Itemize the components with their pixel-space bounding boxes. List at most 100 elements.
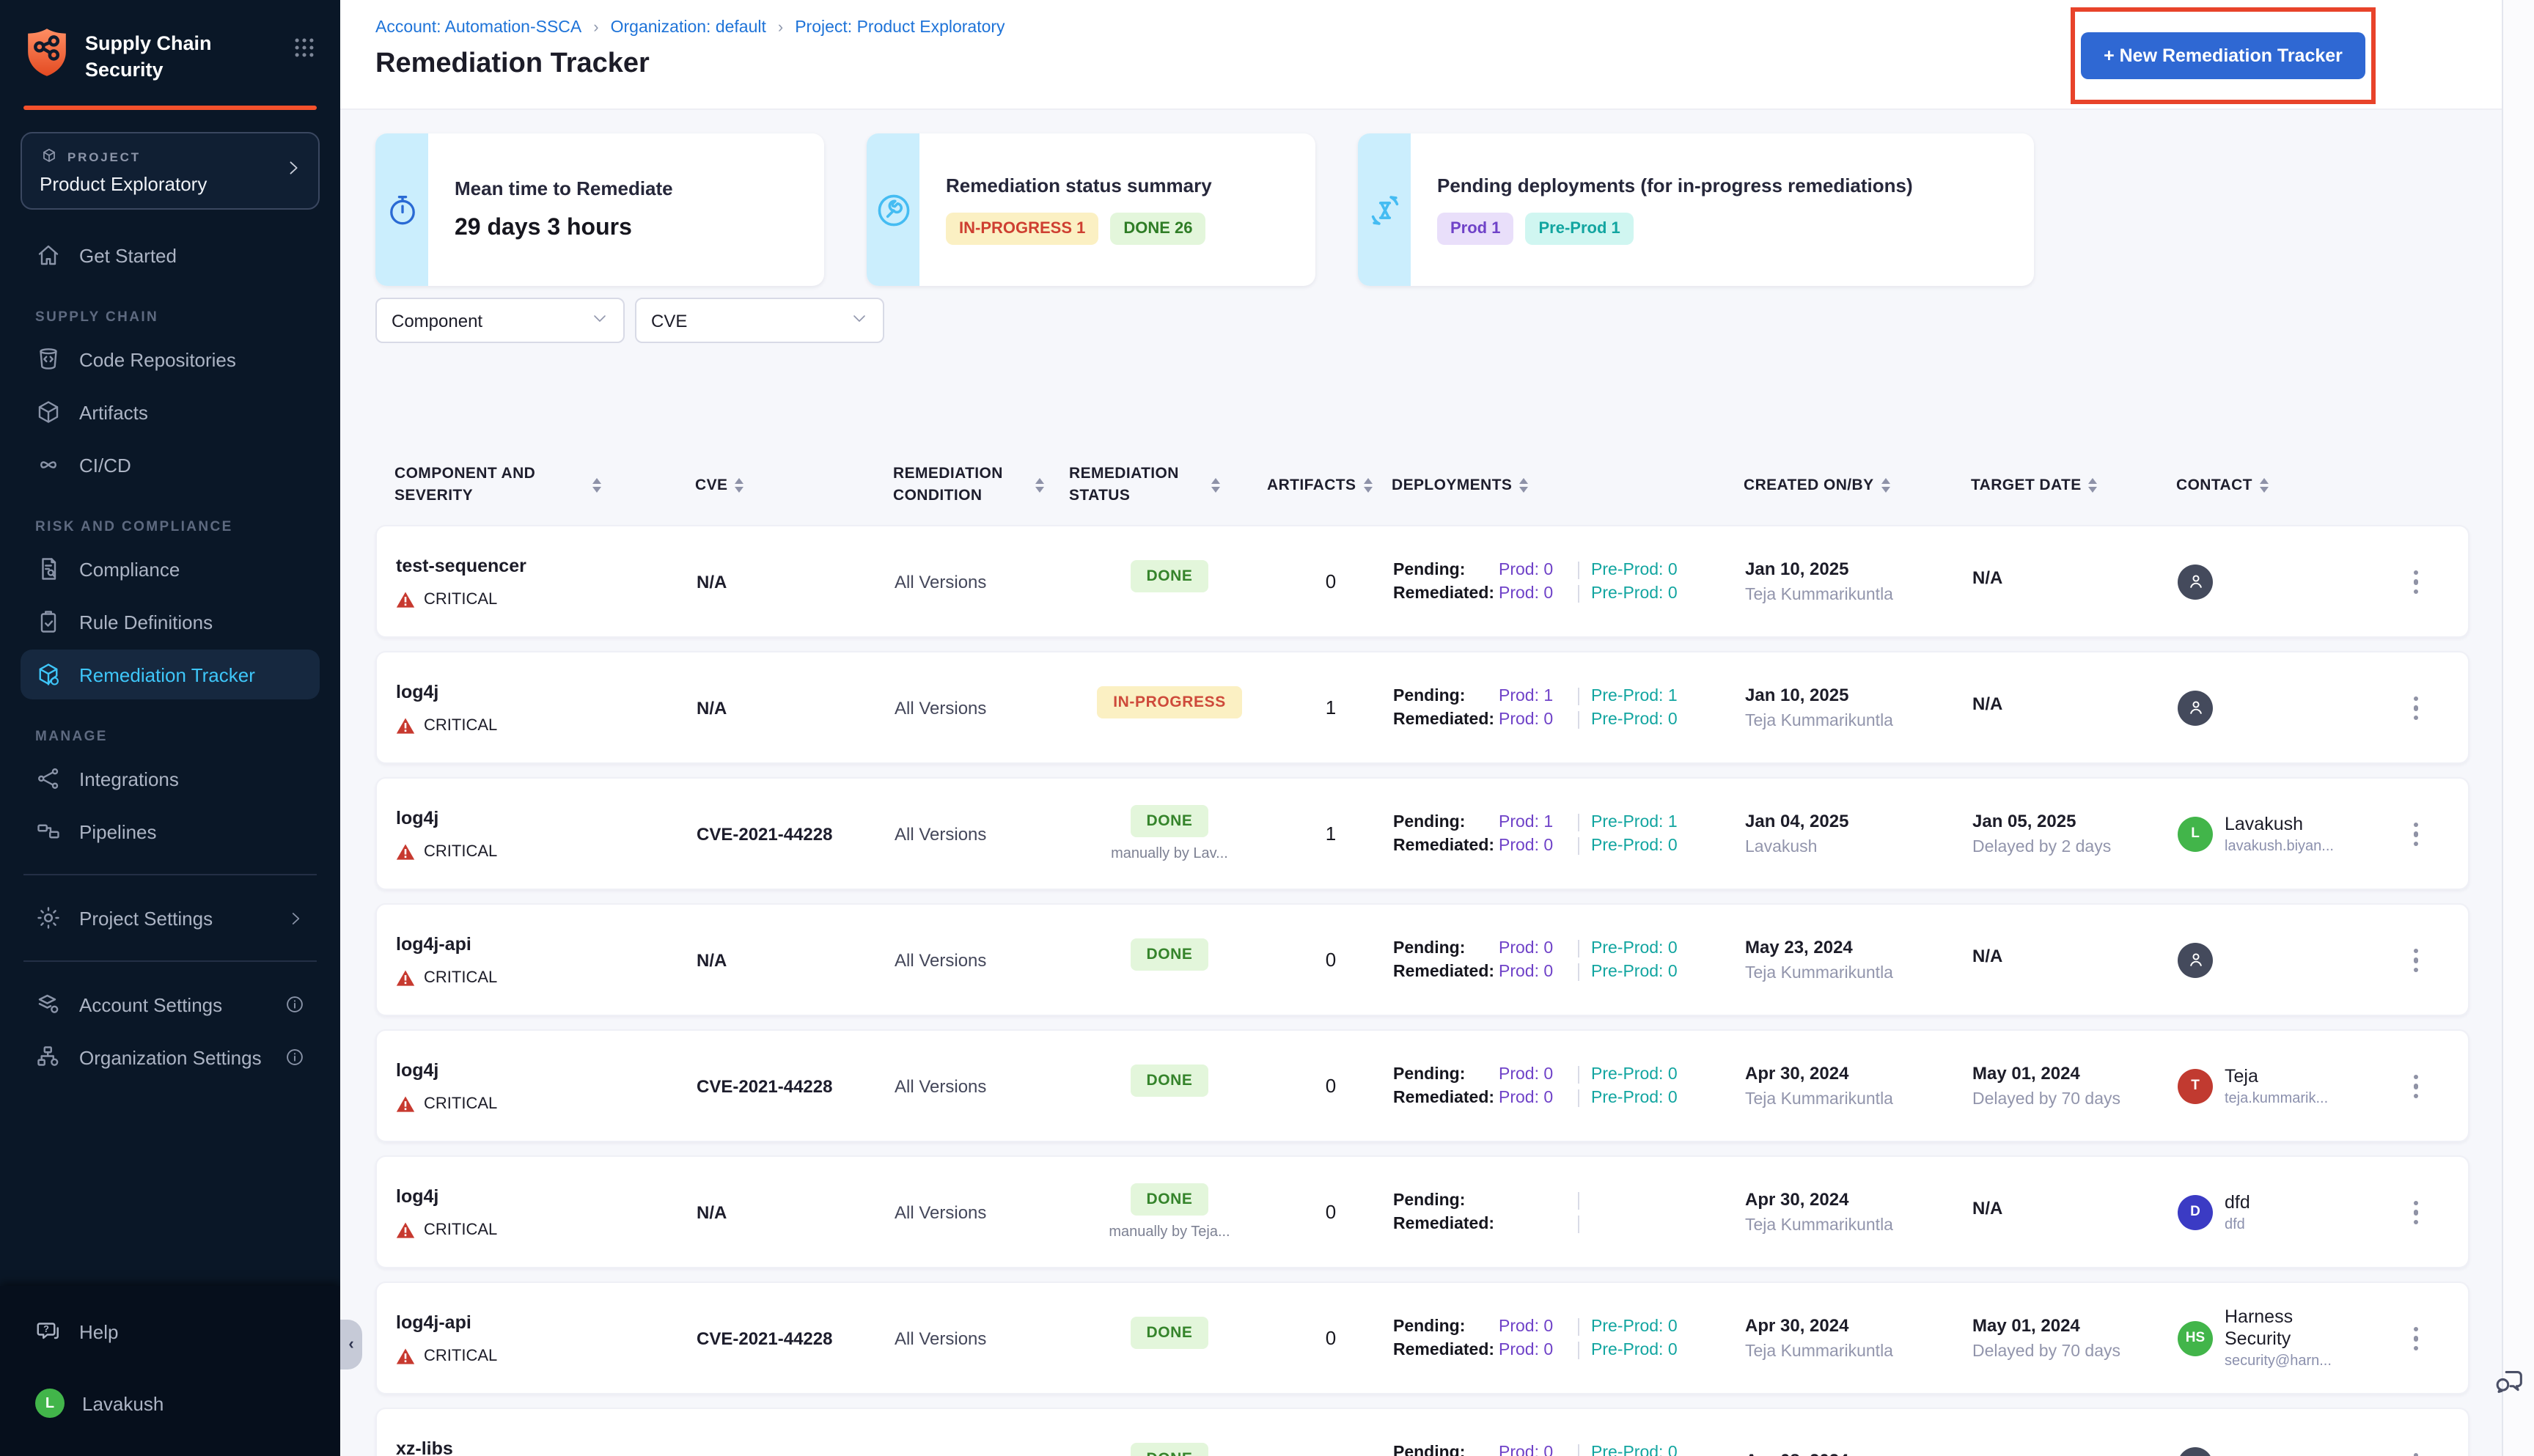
column-header-target-date[interactable]: TARGET DATE [1971,474,2176,496]
divider [1578,1192,1579,1210]
contact-cell: L Lavakush lavakush.biyan... [2178,814,2383,855]
sidebar-collapse-handle[interactable]: ‹ [340,1320,362,1369]
status-badge: DONE [1130,560,1209,593]
row-menu-button[interactable] [2383,561,2449,603]
row-menu-button[interactable] [2383,1444,2449,1456]
breadcrumb-organization[interactable]: Organization: default [611,19,766,37]
wrench-circle-icon [877,194,909,226]
contact-text: dfd dfd [2225,1192,2250,1233]
project-selector[interactable]: PROJECT Product Exploratory [21,132,320,210]
remediation-condition-cell: All Versions [895,823,987,845]
column-header-artifacts[interactable]: ARTIFACTS [1267,474,1392,496]
column-header-contact[interactable]: CONTACT [2176,474,2381,496]
breadcrumb-project[interactable]: Project: Product Exploratory [795,19,1005,37]
status-badge: IN-PROGRESS [1097,686,1242,719]
cube-icon [43,148,55,162]
column-header-deployments[interactable]: DEPLOYMENTS [1392,474,1744,496]
row-menu-button[interactable] [2383,813,2449,855]
artifacts-cell: 1 [1325,696,1337,719]
row-menu-button[interactable] [2383,1317,2449,1359]
table-row[interactable]: log4j CRITICAL CVE-2021-44228 All Versio… [375,777,2469,891]
breadcrumb-account[interactable]: Account: Automation-SSCA [375,19,581,37]
sidebar-item-organization-settings[interactable]: Organization Settings [21,1032,320,1082]
sidebar-item-label: Account Settings [79,993,223,1015]
divider [1578,1444,1579,1456]
table-row[interactable]: log4j CRITICAL N/A All Versions IN-PROGR… [375,651,2469,765]
sidebar-item-artifacts[interactable]: Artifacts [21,387,320,437]
cve-cell: N/A [697,571,727,592]
sidebar-item-account-settings[interactable]: Account Settings [21,979,320,1029]
table-row[interactable]: test-sequencer CRITICAL N/A All Versions… [375,525,2469,639]
new-remediation-tracker-button[interactable]: + New Remediation Tracker [2080,32,2366,79]
sidebar-item-label: CI/CD [79,454,131,476]
row-menu-button[interactable] [2383,1065,2449,1107]
table-row[interactable]: log4j CRITICAL CVE-2021-44228 All Versio… [375,1029,2469,1143]
scrollbar-gutter[interactable] [2502,0,2534,1456]
component-name: log4j [396,1185,439,1207]
sidebar-item-integrations[interactable]: Integrations [21,754,320,804]
cve-filter-dropdown[interactable]: CVE [635,298,884,343]
component-and-severity-cell: test-sequencer CRITICAL [396,556,697,608]
row-menu-button[interactable] [2383,1191,2449,1233]
sidebar-item-compliance[interactable]: Compliance [21,544,320,594]
created-on-by-cell: Jan 10, 2025 Teja Kummarikuntla [1745,685,1972,731]
table-row[interactable]: log4j-api CRITICAL N/A All Versions DONE… [375,903,2469,1017]
row-menu-button[interactable] [2383,939,2449,981]
sidebar-item-rule-definitions[interactable]: Rule Definitions [21,597,320,647]
table-row[interactable]: log4j CRITICAL N/A All Versions DONE man… [375,1155,2469,1269]
chevron-right-icon [283,157,304,185]
column-header-cve[interactable]: CVE [695,474,893,496]
component-name: test-sequencer [396,555,526,576]
remediated-label: Remediated: [1393,710,1495,729]
column-header-remediation-condition[interactable]: REMEDIATION CONDITION [893,463,1069,508]
severity-label: CRITICAL [424,1347,498,1365]
sort-icon [1363,478,1373,493]
pending-prod-value: Prod: 0 [1499,1318,1554,1336]
table-row[interactable]: xz-libs DONE Pending: Prod: 0 Pre-Prod [375,1408,2469,1456]
contact-subtext[interactable]: lavakush.biyan... [2225,839,2334,855]
target-note [1972,1226,2178,1227]
sort-icon [2088,478,2098,493]
table-body: test-sequencer CRITICAL N/A All Versions… [375,525,2469,1456]
sidebar-item-remediation-tracker[interactable]: Remediation Tracker [21,650,320,699]
sidebar-item-code-repositories[interactable]: Code Repositories [21,334,320,384]
sidebar-item-pipelines[interactable]: Pipelines [21,806,320,856]
sidebar-item-cicd[interactable]: CI/CD [21,440,320,490]
help-chat-button[interactable] [2493,1365,2527,1406]
pending-label: Pending: [1393,1318,1466,1336]
row-menu-button[interactable] [2383,687,2449,729]
column-header-created-on-by[interactable]: CREATED ON/BY [1744,474,1971,496]
severity: CRITICAL [396,717,697,735]
sidebar-item-project-settings[interactable]: Project Settings [21,893,320,943]
pending-preprod-value: Pre-Prod: 0 [1591,1318,1678,1336]
avatar: L [2178,816,2213,852]
component-filter-label: Component [392,310,483,331]
help-button[interactable]: ? Help [35,1306,305,1356]
status-note [1070,1358,1268,1360]
column-header-component-and-severity[interactable]: COMPONENT AND SEVERITY [394,463,695,508]
contact-subtext[interactable]: dfd [2225,1217,2250,1233]
pending-prod-value: Prod: 0 [1499,562,1554,580]
created-date: May 23, 2024 [1745,937,1853,958]
user-menu[interactable]: L Lavakush [35,1377,305,1430]
contact-subtext[interactable]: security@harn... [2225,1354,2339,1370]
created-on-by-cell: Jan 10, 2025 Teja Kummarikuntla [1745,559,1972,605]
sidebar-item-get-started[interactable]: Get Started [21,230,320,280]
module-grid-icon[interactable] [292,26,317,67]
table-row[interactable]: log4j-api CRITICAL CVE-2021-44228 All Ve… [375,1282,2469,1395]
page-header: Account: Automation-SSCA › Organization:… [340,0,2534,110]
remediation-status-cell: DONE [1070,938,1268,982]
target-note: Delayed by 2 days [1972,839,2112,857]
created-date: Apr 30, 2024 [1745,1189,1849,1210]
column-header-remediation-status[interactable]: REMEDIATION STATUS [1069,463,1267,508]
divider [1578,1341,1579,1359]
chat-bubbles-icon [2496,1371,2522,1393]
component-and-severity-cell: log4j CRITICAL [396,1060,697,1113]
contact-subtext[interactable]: teja.kummarik... [2225,1091,2328,1107]
pending-label: Pending: [1393,1066,1466,1084]
remediation-condition-cell: All Versions [895,1328,987,1349]
sort-icon [1035,478,1044,493]
component-filter-dropdown[interactable]: Component [375,298,625,343]
divider [1578,814,1579,832]
contact-name: dfd [2225,1191,2250,1213]
